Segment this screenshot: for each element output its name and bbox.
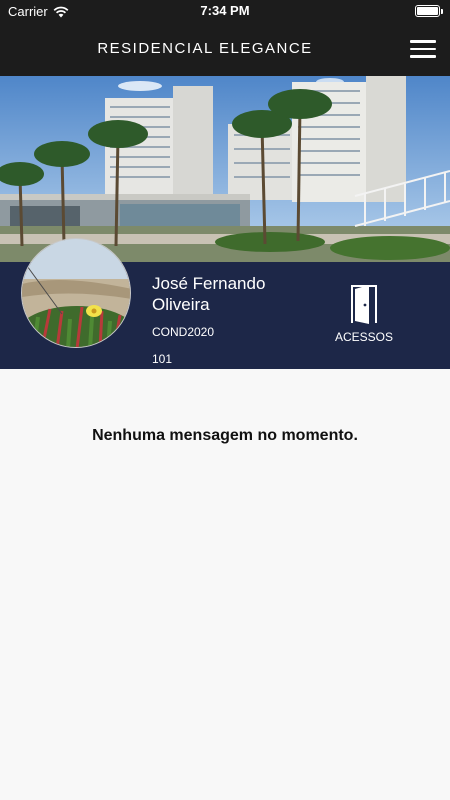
hamburger-line [410, 40, 436, 43]
profile-panel: José Fernando Oliveira COND2020 101 ACES… [0, 238, 450, 369]
battery-fill [417, 7, 438, 15]
access-label: ACESSOS [334, 330, 394, 344]
page-title: RESIDENCIAL ELEGANCE [97, 40, 313, 57]
status-time: 7:34 PM [200, 3, 250, 18]
door-icon [351, 285, 377, 324]
hamburger-menu-button[interactable] [410, 40, 436, 58]
empty-messages-text: Nenhuma mensagem no momento. [92, 427, 358, 444]
condominium-banner-image [0, 76, 450, 262]
status-bar: Carrier 7:34 PM [0, 0, 450, 22]
hamburger-line [410, 55, 436, 58]
user-name: José Fernando Oliveira [152, 274, 266, 314]
access-button[interactable]: ACESSOS [330, 284, 398, 346]
condominium-code: COND2020 [152, 325, 215, 339]
battery-icon [415, 5, 443, 17]
messages-area: Nenhuma mensagem no momento. [0, 369, 450, 800]
nav-bar: RESIDENCIAL ELEGANCE [0, 22, 450, 76]
avatar[interactable] [21, 238, 131, 348]
unit-number: 101 [152, 352, 173, 366]
hamburger-line [410, 47, 436, 50]
